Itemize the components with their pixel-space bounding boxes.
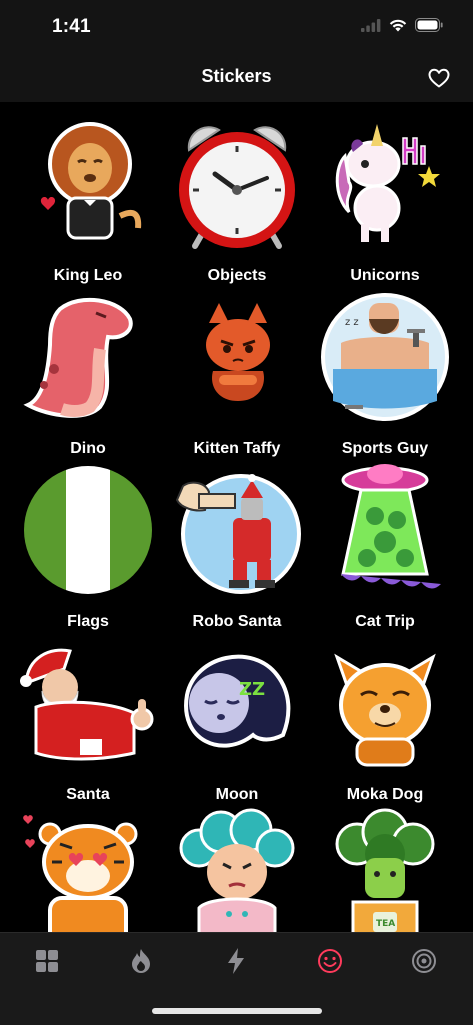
status-bar: 1:41 [0, 0, 473, 54]
status-time: 1:41 [52, 16, 91, 37]
cellular-signal-icon [361, 18, 381, 32]
bolt-icon [228, 948, 244, 974]
santa-thumbs-up-sticker-icon [20, 648, 154, 761]
pink-dino-sticker-icon [23, 297, 133, 418]
sticker-pack-kitten-taffy[interactable]: Kitten Taffy [162, 275, 312, 457]
sticker-pack-tiger[interactable] [13, 794, 163, 932]
page-title: Stickers [201, 66, 272, 86]
broccoli-tea-sticker-icon: TEA [335, 808, 435, 932]
heart-icon [428, 68, 450, 88]
smiley-icon [318, 949, 342, 973]
flame-icon [132, 949, 150, 973]
sticker-pack-sports-guy[interactable]: z z Sports Guy [310, 275, 460, 457]
tab-trending[interactable] [121, 941, 161, 981]
sticker-pack-moka-dog[interactable]: Moka Dog [310, 621, 460, 803]
sticker-pack-objects[interactable]: Objects [162, 102, 312, 284]
sticker-pack-santa[interactable]: Santa [13, 621, 163, 803]
sticker-pack-flags[interactable]: Flags [13, 448, 163, 630]
tab-grid[interactable] [27, 941, 67, 981]
svg-text:z z: z z [345, 317, 359, 328]
sticker-pack-broccoli[interactable]: TEA [310, 794, 460, 932]
tab-stickers[interactable] [310, 941, 350, 981]
alarm-clock-sticker-icon [179, 126, 295, 249]
sticker-pack-unicorns[interactable]: Unicorns [310, 102, 460, 284]
sticker-pack-curly-girl[interactable] [162, 794, 312, 932]
nigeria-flag-sticker-icon [24, 466, 152, 594]
home-indicator[interactable] [152, 1008, 322, 1014]
curly-hair-girl-sticker-icon [179, 808, 295, 932]
navigation-bar: Stickers [0, 54, 473, 102]
svg-text:TEA: TEA [376, 919, 395, 929]
sticker-pack-grid: King Leo Objects Unicorns Dino Kitten Ta… [0, 102, 473, 932]
wifi-icon [389, 19, 407, 31]
grid-icon [36, 950, 58, 972]
tiger-sticker-icon [23, 815, 138, 932]
tab-live[interactable] [404, 941, 444, 981]
unicorn-hi-sticker-icon [335, 124, 440, 242]
sticker-pack-moon[interactable]: ZZ Moon [162, 621, 312, 803]
battery-icon [415, 18, 443, 32]
lion-king-sticker-icon [40, 122, 142, 240]
favorites-button[interactable] [427, 66, 451, 90]
moka-dog-sticker-icon [334, 653, 436, 767]
grumpy-kitten-sticker-icon [206, 303, 270, 401]
svg-text:ZZ: ZZ [239, 679, 265, 700]
ufo-cat-trip-sticker-icon [341, 464, 441, 589]
sleepy-moon-sticker-icon: ZZ [184, 654, 291, 748]
sticker-pack-dino[interactable]: Dino [13, 275, 163, 457]
robo-santa-sticker-icon [175, 474, 301, 594]
sports-guy-sticker-icon: z z [321, 293, 449, 421]
sticker-pack-king-leo[interactable]: King Leo [13, 102, 163, 284]
radar-icon [412, 949, 436, 973]
sticker-pack-robo-santa[interactable]: Robo Santa [162, 448, 312, 630]
status-icons [361, 18, 443, 32]
sticker-pack-cat-trip[interactable]: Cat Trip [310, 448, 460, 630]
tab-new[interactable] [216, 941, 256, 981]
